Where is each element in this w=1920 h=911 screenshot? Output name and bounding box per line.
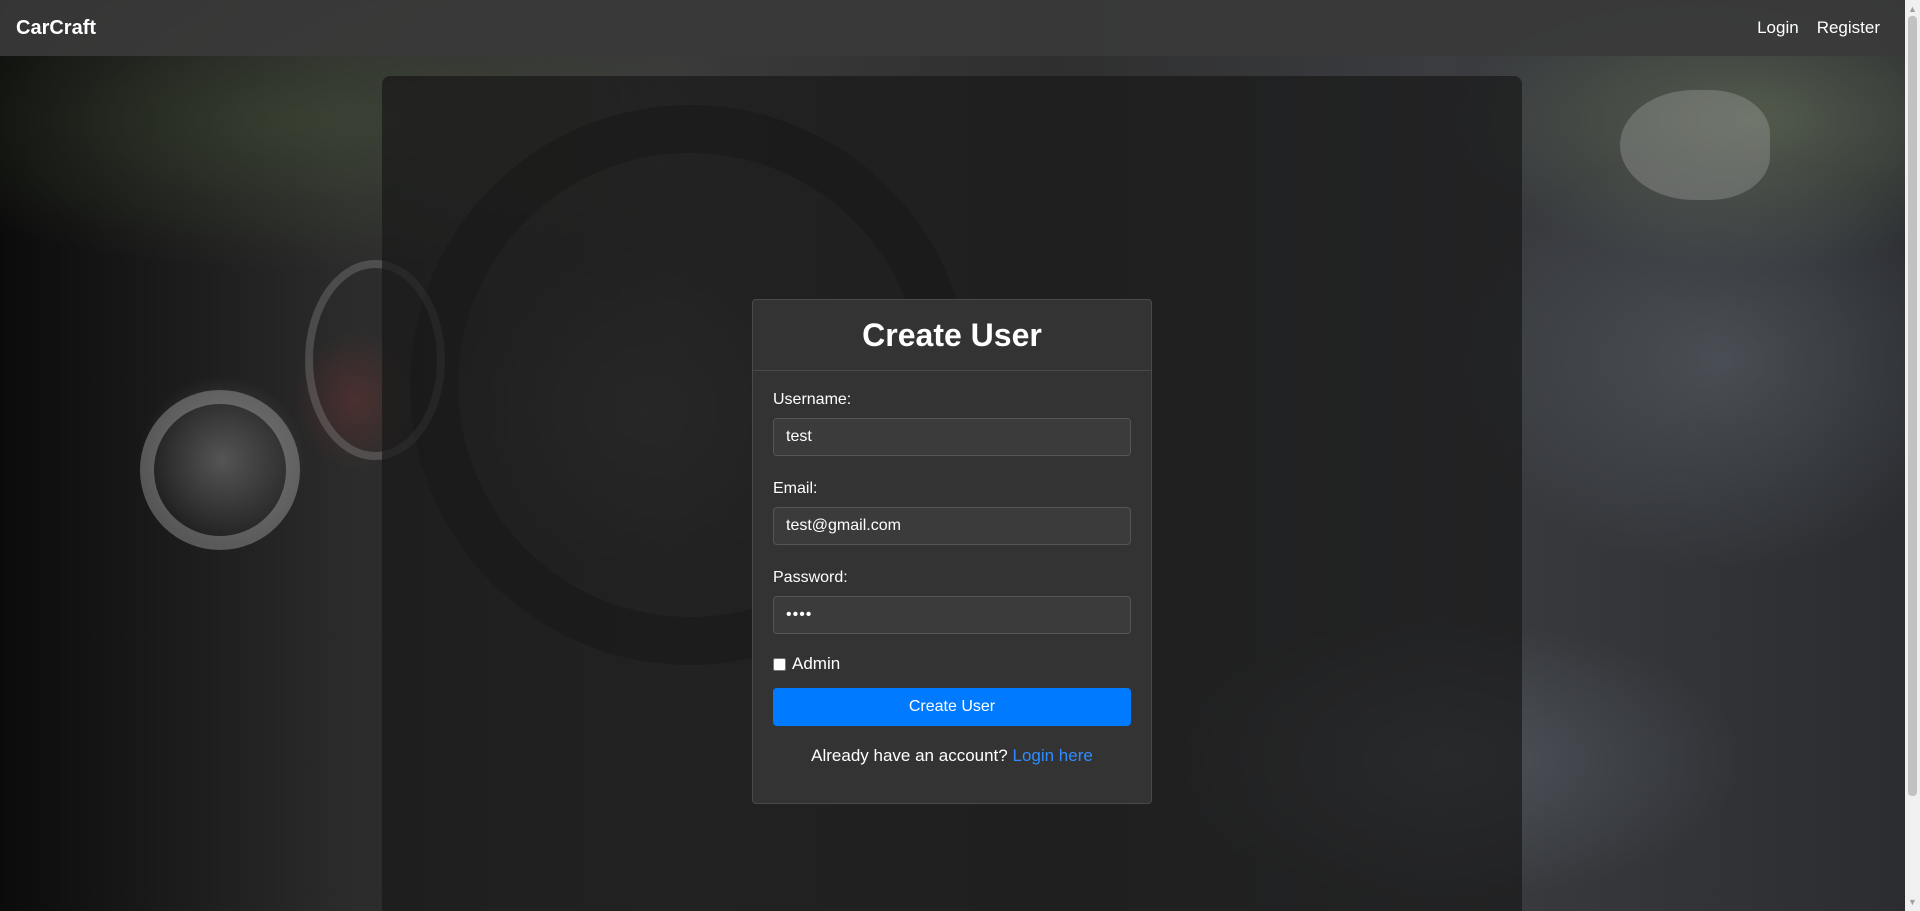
password-label: Password: bbox=[773, 569, 848, 586]
admin-label[interactable]: Admin bbox=[792, 654, 840, 674]
page-viewport: CarCraft Login Register Create User User… bbox=[0, 0, 1920, 911]
scroll-up-arrow-icon[interactable]: ▲ bbox=[1905, 2, 1920, 16]
username-label: Username: bbox=[773, 391, 852, 408]
email-input[interactable] bbox=[773, 507, 1131, 545]
background-air-vent bbox=[140, 390, 300, 550]
login-prompt-text: Already have an account? bbox=[811, 746, 1008, 765]
page-title: Create User bbox=[862, 316, 1042, 353]
vertical-scrollbar[interactable]: ▲ ▼ bbox=[1905, 0, 1920, 911]
navbar-links: Login Register bbox=[1757, 18, 1904, 38]
email-label: Email: bbox=[773, 480, 818, 497]
background-side-mirror bbox=[1620, 90, 1770, 200]
username-input[interactable] bbox=[773, 418, 1131, 456]
brand-logo[interactable]: CarCraft bbox=[16, 17, 96, 40]
password-input[interactable] bbox=[773, 596, 1131, 634]
login-prompt: Already have an account? Login here bbox=[773, 746, 1131, 766]
scroll-down-arrow-icon[interactable]: ▼ bbox=[1905, 895, 1920, 909]
nav-login-link[interactable]: Login bbox=[1757, 18, 1799, 38]
nav-register-link[interactable]: Register bbox=[1817, 18, 1880, 38]
navbar: CarCraft Login Register bbox=[0, 0, 1920, 56]
admin-checkbox-row: Admin bbox=[773, 654, 1131, 674]
card-header: Create User bbox=[753, 300, 1151, 371]
create-user-card: Create User Username: Email: Password: A… bbox=[752, 299, 1152, 804]
login-here-link[interactable]: Login here bbox=[1012, 746, 1092, 765]
scrollbar-thumb[interactable] bbox=[1908, 16, 1917, 796]
card-body: Username: Email: Password: Admin Create … bbox=[753, 371, 1151, 766]
create-user-button[interactable]: Create User bbox=[773, 688, 1131, 726]
admin-checkbox[interactable] bbox=[773, 657, 786, 671]
